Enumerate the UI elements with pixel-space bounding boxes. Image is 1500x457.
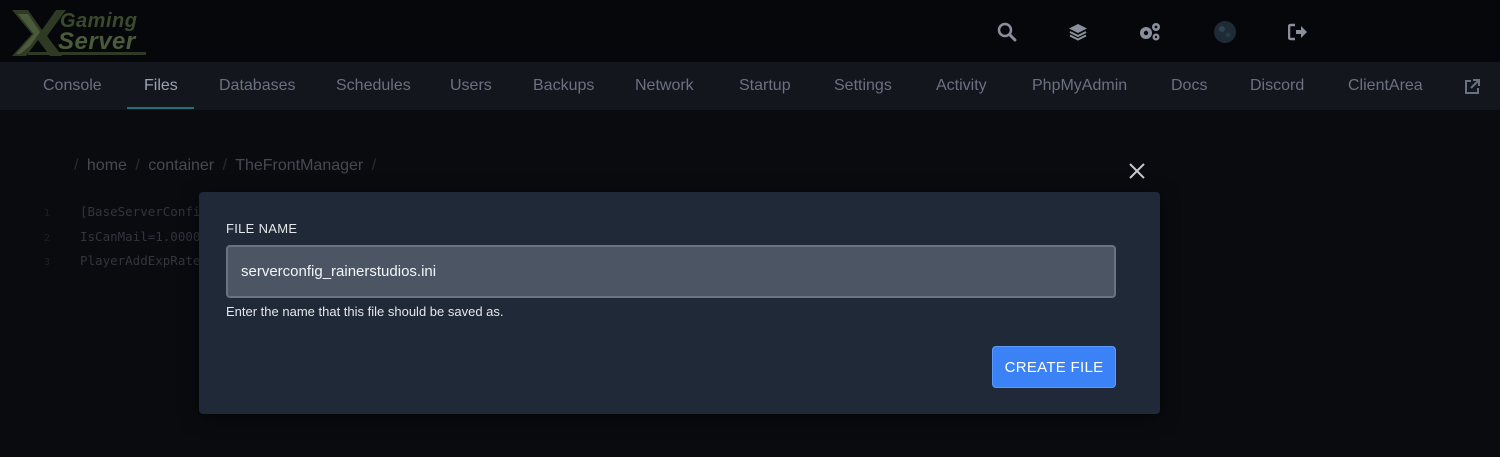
logo-underline <box>28 52 146 55</box>
tab-activity[interactable]: Activity <box>936 62 987 110</box>
tab-files[interactable]: Files <box>144 62 178 110</box>
search-icon[interactable] <box>995 20 1019 44</box>
tab-backups[interactable]: Backups <box>533 62 594 110</box>
tab-schedules[interactable]: Schedules <box>336 62 411 110</box>
cogs-icon[interactable] <box>1138 20 1162 44</box>
logo[interactable]: Gaming Server <box>8 6 148 58</box>
create-file-modal: FILE NAME Enter the name that this file … <box>199 192 1160 414</box>
nav-bar: Console Files Databases Schedules Users … <box>0 62 1500 110</box>
active-tab-indicator <box>127 107 194 109</box>
tab-phpmyadmin[interactable]: PhpMyAdmin <box>1032 62 1127 110</box>
file-name-help-text: Enter the name that this file should be … <box>226 304 504 319</box>
file-name-label: FILE NAME <box>226 221 298 236</box>
tab-network[interactable]: Network <box>635 62 694 110</box>
tab-databases[interactable]: Databases <box>219 62 296 110</box>
layers-icon[interactable] <box>1066 20 1090 44</box>
external-link-icon[interactable] <box>1463 78 1481 96</box>
tab-clientarea[interactable]: ClientArea <box>1348 62 1423 110</box>
close-icon[interactable] <box>1126 160 1148 182</box>
tab-docs[interactable]: Docs <box>1171 62 1207 110</box>
avatar[interactable] <box>1213 20 1237 44</box>
tab-settings[interactable]: Settings <box>834 62 892 110</box>
top-bar: Gaming Server <box>0 0 1500 62</box>
tab-discord[interactable]: Discord <box>1250 62 1304 110</box>
tab-console[interactable]: Console <box>43 62 102 110</box>
tab-users[interactable]: Users <box>450 62 492 110</box>
tab-startup[interactable]: Startup <box>739 62 791 110</box>
logout-icon[interactable] <box>1286 20 1310 44</box>
file-name-input[interactable] <box>226 245 1116 298</box>
create-file-button[interactable]: CREATE FILE <box>992 346 1116 388</box>
